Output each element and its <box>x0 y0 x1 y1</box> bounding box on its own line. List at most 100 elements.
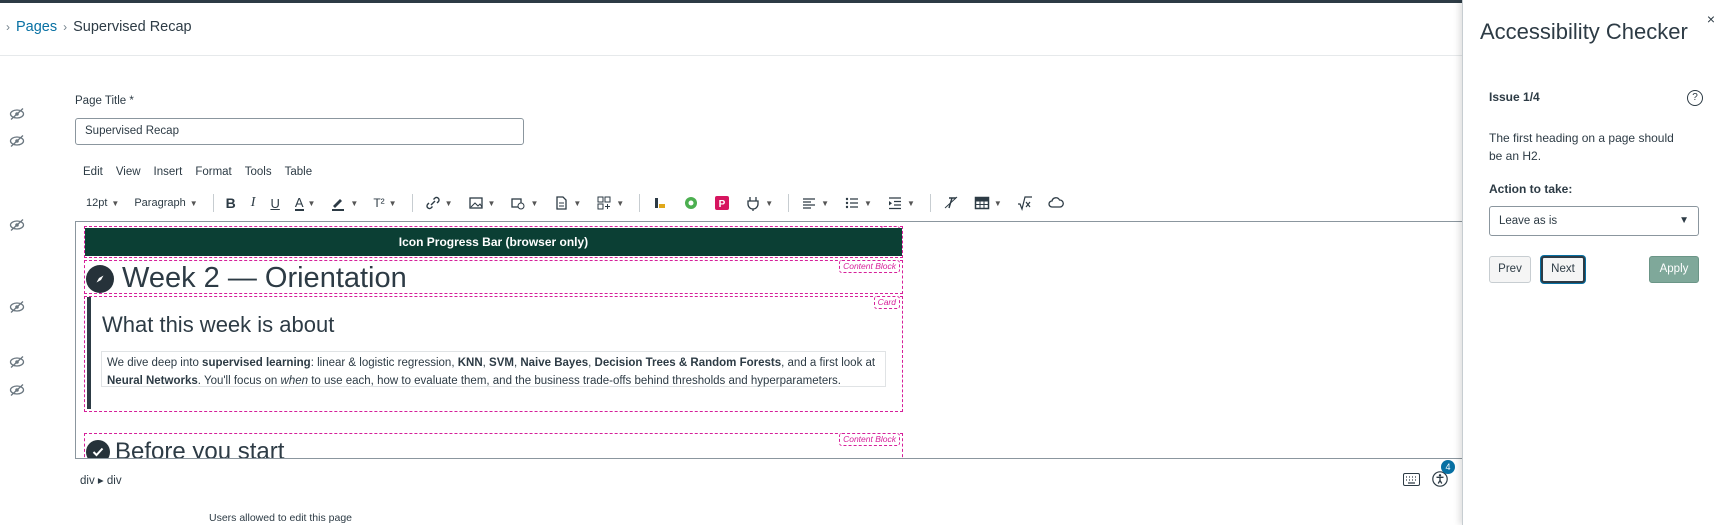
bold-button[interactable]: B <box>226 195 236 211</box>
editor-menubar: Edit View Insert Format Tools Table <box>83 166 312 178</box>
image-icon <box>468 197 483 209</box>
breadcrumb-separator: › <box>6 20 10 34</box>
indent-button[interactable]: ▼ <box>887 195 915 211</box>
keyboard-icon[interactable] <box>1403 472 1420 486</box>
edit-permissions-label: Users allowed to edit this page <box>209 512 352 524</box>
chevron-down-icon: ▼ <box>1679 215 1689 226</box>
highlight-button[interactable]: ▼ <box>330 195 358 211</box>
superscript-button[interactable]: T² ▼ <box>373 196 396 210</box>
chevron-down-icon: ▼ <box>487 198 496 208</box>
media-button[interactable]: ▼ <box>510 195 538 211</box>
menu-edit[interactable]: Edit <box>83 166 103 178</box>
svg-text:P: P <box>719 199 726 210</box>
eye-off-icon[interactable] <box>9 134 25 148</box>
chevron-down-icon: ▼ <box>530 198 539 208</box>
font-size-value: 12pt <box>86 197 108 209</box>
menu-table[interactable]: Table <box>285 166 313 178</box>
lti-tool-4-button[interactable]: ▼ <box>745 195 773 211</box>
table-icon <box>974 196 990 210</box>
p-app-icon: P <box>715 196 730 210</box>
chevron-down-icon: ▼ <box>821 198 830 208</box>
highlighter-icon <box>332 199 345 211</box>
eye-off-icon[interactable] <box>9 107 25 121</box>
math-button[interactable] <box>1017 195 1033 211</box>
eye-off-icon[interactable] <box>9 300 25 314</box>
lti-tool-icon <box>655 198 666 208</box>
lti-tool-1-button[interactable] <box>652 195 668 211</box>
indent-icon <box>888 197 901 210</box>
superscript-glyph: T² <box>373 196 385 210</box>
menu-view[interactable]: View <box>116 166 141 178</box>
math-icon <box>1017 196 1032 211</box>
menu-tools[interactable]: Tools <box>245 166 272 178</box>
chevron-down-icon: ▼ <box>573 198 582 208</box>
issue-count-badge: 4 <box>1441 460 1455 474</box>
plug-icon <box>747 197 759 211</box>
page-title-input[interactable]: Supervised Recap <box>75 118 524 145</box>
image-button[interactable]: ▼ <box>468 195 496 211</box>
italic-button[interactable]: I <box>251 195 256 211</box>
toolbar-divider <box>639 194 641 212</box>
menu-insert[interactable]: Insert <box>154 166 183 178</box>
editor-toolbar: 12pt ▼ Paragraph ▼ B I U A ▼ ▼ T² ▼ ▼ ▼ ▼ ▼ … <box>86 193 1079 213</box>
lti-tool-3-button[interactable]: P <box>714 195 730 211</box>
link-icon <box>425 196 440 210</box>
element-path[interactable]: div ▸ div <box>80 473 122 487</box>
breadcrumb: › Pages › Supervised Recap <box>0 19 192 35</box>
block-format-dropdown[interactable]: Paragraph ▼ <box>134 197 197 209</box>
action-select[interactable]: Leave as is ▼ <box>1489 206 1699 236</box>
panel-title: Accessibility Checker <box>1480 19 1688 44</box>
heading-row: Before you start <box>86 438 285 459</box>
text-color-letter: A <box>294 194 304 211</box>
chevron-down-icon: ▼ <box>864 198 872 208</box>
chevron-down-icon: ▼ <box>444 198 453 208</box>
align-button[interactable]: ▼ <box>801 195 829 211</box>
list-button[interactable]: ▼ <box>844 195 872 211</box>
chevron-down-icon: ▼ <box>111 198 120 208</box>
issue-message: The first heading on a page should be an… <box>1489 131 1674 163</box>
breadcrumb-pages-link[interactable]: Pages <box>16 19 57 35</box>
chevron-down-icon: ▼ <box>765 198 774 208</box>
link-button[interactable]: ▼ <box>425 195 453 211</box>
clear-format-button[interactable] <box>943 195 959 211</box>
section-heading: Before you start <box>115 438 285 459</box>
prev-button[interactable]: Prev <box>1489 256 1531 283</box>
help-icon[interactable]: ? <box>1687 90 1703 106</box>
lti-tool-2-button[interactable] <box>683 195 699 211</box>
issue-counter: Issue 1/4 <box>1489 90 1540 104</box>
table-button[interactable]: ▼ <box>974 195 1002 211</box>
underline-button[interactable]: U <box>270 196 279 211</box>
recycle-icon <box>685 197 698 209</box>
toolbar-divider <box>929 194 931 212</box>
chevron-down-icon: ▼ <box>307 198 316 208</box>
card-paragraph: We dive deep into supervised learning: l… <box>101 351 886 387</box>
element-tag: Content Block <box>839 260 900 273</box>
next-button[interactable]: Next <box>1541 256 1585 283</box>
chevron-down-icon: ▼ <box>388 198 397 208</box>
apply-button[interactable]: Apply <box>1649 256 1699 283</box>
header-divider <box>0 55 1462 56</box>
chevron-down-icon: ▼ <box>350 198 359 208</box>
bullet-list-icon <box>845 197 859 209</box>
accessibility-checker-panel: Accessibility Checker × Issue 1/4 ? The … <box>1462 0 1728 525</box>
menu-format[interactable]: Format <box>195 166 231 178</box>
eye-off-icon[interactable] <box>9 218 25 232</box>
chevron-down-icon: ▼ <box>906 198 915 208</box>
text-color-button[interactable]: A ▼ <box>294 194 316 211</box>
toolbar-divider <box>411 194 413 212</box>
apps-icon <box>597 196 611 210</box>
status-icons <box>1403 471 1448 487</box>
cloud-icon <box>1048 197 1064 208</box>
rich-content-editor[interactable]: div Icon Progress Bar (browser only) Con… <box>75 221 1465 459</box>
eye-off-icon[interactable] <box>9 383 25 397</box>
chevron-down-icon: ▼ <box>189 198 198 208</box>
breadcrumb-separator: › <box>63 20 68 34</box>
cloud-button[interactable] <box>1048 195 1064 211</box>
close-icon[interactable]: × <box>1707 11 1715 27</box>
chevron-down-icon: ▼ <box>993 198 1002 208</box>
document-button[interactable]: ▼ <box>553 195 581 211</box>
font-size-dropdown[interactable]: 12pt ▼ <box>86 197 119 209</box>
apps-button[interactable]: ▼ <box>596 195 624 211</box>
action-label: Action to take: <box>1489 182 1573 196</box>
eye-off-icon[interactable] <box>9 355 25 369</box>
